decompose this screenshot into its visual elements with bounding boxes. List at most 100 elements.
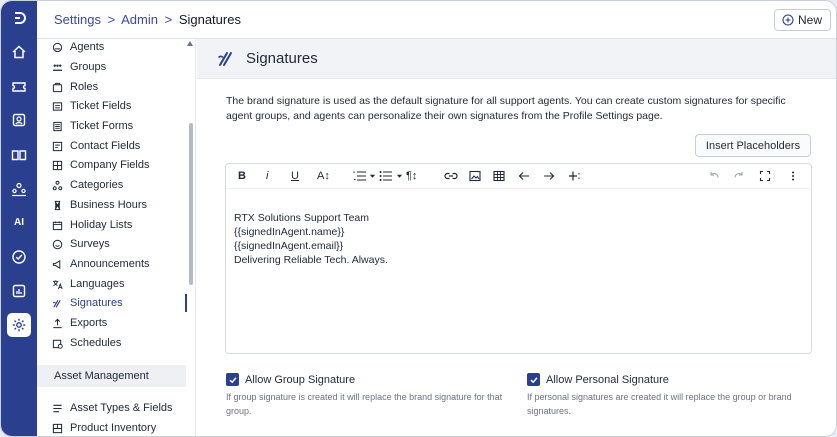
scroll-up-arrow[interactable] [187, 41, 193, 46]
check-icon [228, 376, 237, 383]
editor-content[interactable]: RTX Solutions Support Team {{signedInAge… [234, 211, 388, 267]
team-icon[interactable] [7, 177, 31, 201]
personal-signature-label: Allow Personal Signature [546, 373, 669, 386]
page-header: Signatures [197, 39, 836, 79]
allow-group-signature-option[interactable]: Allow Group Signature [226, 373, 355, 386]
personal-signature-hint: If personal signatures are created it wi… [527, 392, 792, 416]
nav-item-label: Agents [70, 41, 105, 53]
nav-item-product-inventory[interactable]: Product Inventory [51, 419, 156, 436]
fullscreen-icon[interactable] [759, 169, 771, 183]
page-description: The brand signature is used as the defau… [226, 95, 786, 122]
nav-item-roles[interactable]: Roles [51, 78, 98, 96]
breadcrumb-settings[interactable]: Settings [54, 12, 101, 27]
more-vertical-icon[interactable] [787, 169, 799, 183]
breadcrumb-admin[interactable]: Admin [121, 12, 158, 27]
nav-item-company-fields[interactable]: Company Fields [51, 156, 149, 174]
nav-item-languages[interactable]: Languages [51, 275, 124, 293]
nav-item-asset-types[interactable]: Asset Types & Fields [51, 399, 173, 417]
contacts-icon[interactable] [7, 108, 31, 132]
arrow-left-icon[interactable] [518, 169, 530, 183]
ai-icon[interactable]: AI [7, 210, 31, 234]
paragraph-format-button[interactable]: ¶↕ [406, 169, 417, 183]
chevron-down-icon[interactable] [369, 169, 376, 183]
underline-button[interactable]: U [291, 169, 299, 183]
nav-item-ticket-forms[interactable]: Ticket Forms [51, 117, 133, 135]
page-title: Signatures [246, 50, 318, 67]
app-rail: AI [1, 1, 37, 436]
signature-icon [217, 51, 232, 66]
megaphone-icon [51, 258, 63, 270]
nav-item-label: Surveys [70, 238, 110, 250]
nav-item-agents[interactable]: Agents [51, 39, 104, 56]
hourglass-icon [51, 199, 63, 211]
image-icon[interactable] [469, 169, 481, 183]
chevron-down-icon[interactable] [396, 169, 403, 183]
asset-types-icon [51, 402, 63, 414]
tickets-icon[interactable] [7, 75, 31, 99]
contact-fields-icon [51, 140, 63, 152]
table-icon[interactable] [493, 169, 505, 183]
roles-icon [51, 81, 63, 93]
tasks-icon[interactable] [7, 245, 31, 269]
redo-icon[interactable] [733, 169, 745, 183]
nav-item-label: Roles [70, 81, 99, 93]
breadcrumb-separator: > [164, 12, 173, 27]
nav-item-groups[interactable]: Groups [51, 58, 106, 76]
smiley-icon [51, 238, 63, 250]
top-bar: Settings > Admin > Signatures New [37, 1, 836, 39]
breadcrumb-current: Signatures [178, 12, 241, 27]
nav-item-business-hours[interactable]: Business Hours [51, 196, 147, 214]
nav-item-label: Groups [70, 61, 107, 73]
signature-editor[interactable]: B i U A↕ ¶↕ RTX Solutions Support Team {… [225, 163, 812, 354]
insert-more-icon[interactable] [568, 169, 580, 183]
nav-item-contact-fields[interactable]: Contact Fields [51, 137, 140, 155]
logo-icon[interactable] [7, 6, 31, 30]
group-signature-checkbox[interactable] [226, 373, 239, 386]
knowledge-base-icon[interactable] [7, 143, 31, 167]
signature-line: {{signedInAgent.email}} [234, 240, 344, 252]
italic-button[interactable]: i [266, 169, 268, 183]
nav-item-label: Languages [70, 278, 125, 290]
ticket-forms-icon [51, 120, 63, 132]
home-icon[interactable] [7, 40, 31, 64]
nav-item-exports[interactable]: Exports [51, 314, 107, 332]
nav-item-categories[interactable]: Categories [51, 176, 123, 194]
nav-item-holiday-lists[interactable]: Holiday Lists [51, 216, 132, 234]
nav-item-surveys[interactable]: Surveys [51, 235, 110, 253]
link-icon[interactable] [444, 169, 458, 183]
signature-line: Delivering Reliable Tech. Always. [234, 254, 388, 266]
font-size-button[interactable]: A↕ [317, 169, 330, 183]
undo-icon[interactable] [708, 169, 720, 183]
settings-icon[interactable] [7, 313, 31, 337]
arrow-right-icon[interactable] [543, 169, 555, 183]
section-asset-management: Asset Management [37, 365, 186, 387]
personal-signature-checkbox[interactable] [527, 373, 540, 386]
allow-personal-signature-option[interactable]: Allow Personal Signature [527, 373, 669, 386]
breadcrumb-separator: > [107, 12, 116, 27]
nav-scrollbar-thumb[interactable] [189, 123, 193, 285]
editor-toolbar: B i U A↕ ¶↕ [226, 164, 811, 189]
insert-placeholders-button[interactable]: Insert Placeholders [695, 134, 811, 157]
bold-button[interactable]: B [238, 169, 246, 183]
export-icon [51, 317, 63, 329]
nav-item-announcements[interactable]: Announcements [51, 255, 150, 273]
main-panel: Signatures The brand signature is used a… [197, 39, 836, 436]
nav-item-label: Asset Types & Fields [70, 402, 173, 414]
groups-icon [51, 61, 63, 73]
calendar-icon [51, 219, 63, 231]
nav-item-label: Categories [70, 179, 124, 191]
bullet-list-button[interactable] [379, 169, 393, 183]
nav-item-label: Company Fields [70, 159, 150, 171]
app-window: AI Settings > Admin > Signatures New Age… [0, 0, 837, 437]
nav-item-label: Holiday Lists [70, 219, 133, 231]
ordered-list-button[interactable] [353, 169, 367, 183]
nav-item-signatures[interactable]: Signatures [51, 294, 123, 312]
new-button[interactable]: New [773, 9, 831, 31]
nav-item-ticket-fields[interactable]: Ticket Fields [51, 97, 131, 115]
nav-item-label: Signatures [70, 297, 123, 309]
plus-circle-icon [782, 14, 794, 26]
reports-icon[interactable] [7, 279, 31, 303]
nav-item-schedules[interactable]: Schedules [51, 334, 121, 352]
new-button-label: New [797, 13, 822, 27]
nav-item-label: Ticket Forms [70, 120, 134, 132]
